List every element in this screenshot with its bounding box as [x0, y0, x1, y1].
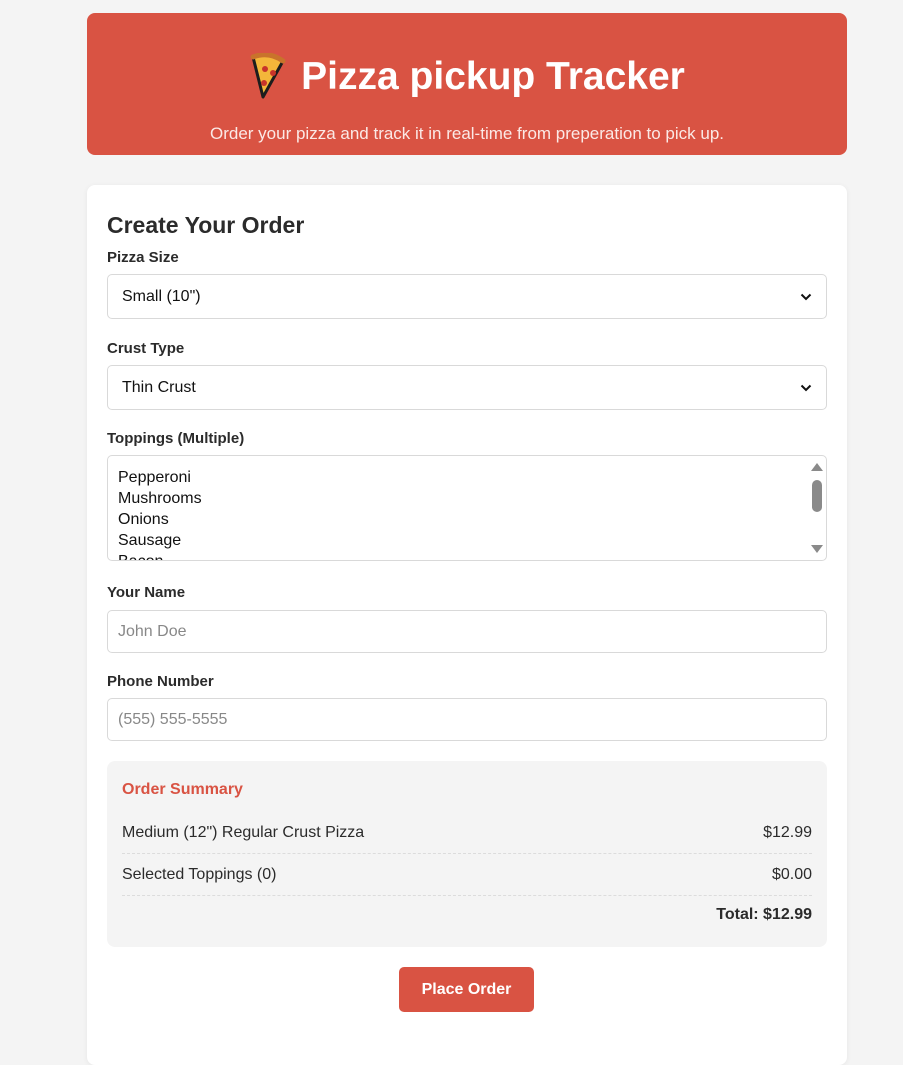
pizza-size-value: Small (10")	[122, 287, 201, 305]
pizza-size-label: Pizza Size	[107, 249, 179, 266]
order-form-title: Create Your Order	[107, 212, 305, 238]
place-order-button[interactable]: Place Order	[399, 967, 534, 1012]
phone-input[interactable]	[107, 698, 827, 741]
pizza-size-select[interactable]: Small (10")	[107, 274, 827, 319]
order-summary-title: Order Summary	[122, 781, 243, 798]
app-subtitle: Order your pizza and track it in real-ti…	[210, 124, 724, 143]
summary-item-price: $0.00	[771, 865, 812, 883]
topping-option[interactable]: Mushrooms	[118, 488, 202, 509]
toppings-multiselect[interactable]: Pepperoni Mushrooms Onions Sausage Bacon	[107, 455, 827, 561]
summary-row-toppings: Selected Toppings (0) $0.00	[122, 854, 812, 896]
crust-type-label: Crust Type	[107, 340, 185, 357]
app-title-text: Pizza pickup Tracker	[301, 54, 685, 98]
toppings-scrollbar[interactable]	[808, 457, 825, 559]
name-label: Your Name	[107, 584, 186, 601]
order-card: Create Your Order Pizza Size Small (10")…	[87, 185, 847, 1065]
summary-item-label: Medium (12") Regular Crust Pizza	[122, 823, 365, 841]
app-header: Pizza pickup Tracker Order your pizza an…	[87, 13, 847, 155]
topping-option[interactable]: Sausage	[118, 530, 181, 551]
chevron-down-icon	[800, 293, 812, 300]
summary-item-label: Selected Toppings (0)	[122, 865, 277, 883]
scrollbar-thumb[interactable]	[812, 480, 822, 512]
topping-option[interactable]: Bacon	[118, 551, 163, 560]
phone-label: Phone Number	[107, 673, 214, 690]
summary-row-pizza: Medium (12") Regular Crust Pizza $12.99	[122, 812, 812, 854]
scroll-up-arrow-icon[interactable]	[811, 463, 823, 471]
crust-type-select[interactable]: Thin Crust	[107, 365, 827, 410]
topping-option[interactable]: Pepperoni	[118, 467, 191, 488]
summary-item-price: $12.99	[763, 823, 812, 841]
app-title: Pizza pickup Tracker	[87, 53, 847, 99]
scroll-down-arrow-icon[interactable]	[811, 545, 823, 553]
topping-option[interactable]: Onions	[118, 509, 169, 530]
name-input[interactable]	[107, 610, 827, 653]
chevron-down-icon	[800, 384, 812, 391]
order-total: Total: $12.99	[716, 906, 812, 923]
pizza-slice-icon	[250, 53, 286, 99]
crust-type-value: Thin Crust	[122, 378, 196, 396]
order-summary: Order Summary Medium (12") Regular Crust…	[107, 761, 827, 947]
toppings-label: Toppings (Multiple)	[107, 430, 245, 447]
